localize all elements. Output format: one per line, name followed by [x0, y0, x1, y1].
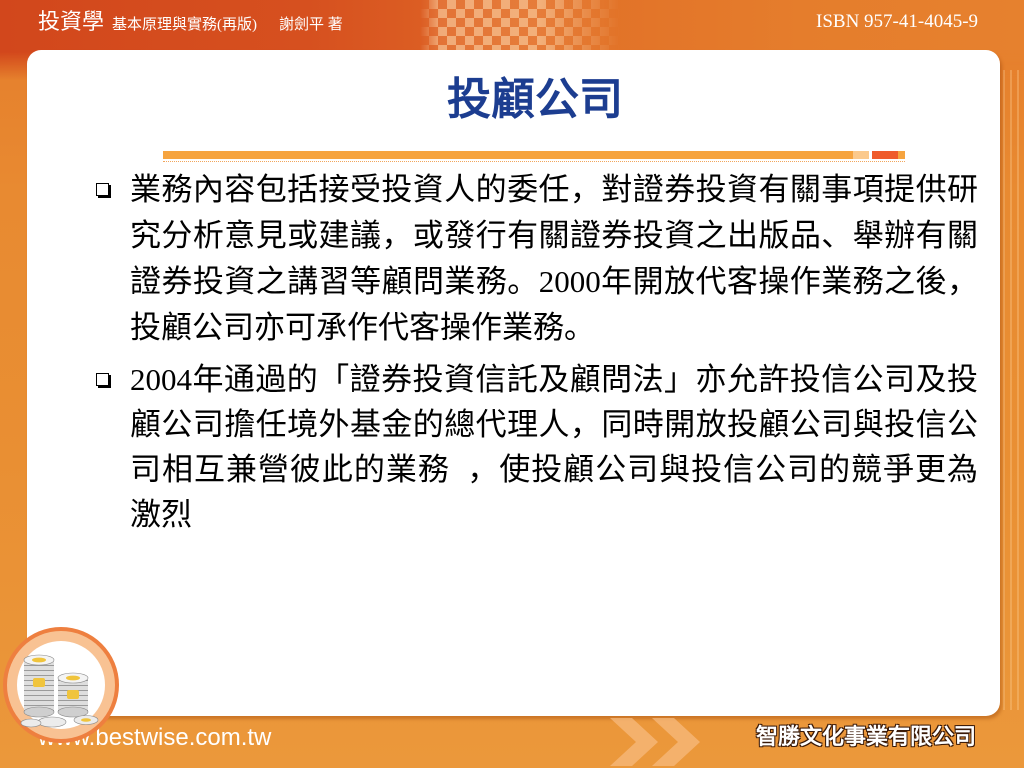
chevron-shape — [652, 718, 700, 766]
coin-stack-left — [23, 654, 55, 718]
book-title: 投資學 — [38, 9, 105, 34]
hollow-square-bullet-icon — [96, 183, 109, 196]
text-line: 激烈 — [130, 497, 192, 532]
book-info: 投資學 基本原理與實務(再版) 謝劍平 著 — [38, 7, 343, 40]
coin-stack-right — [57, 672, 89, 718]
hollow-square-bullet-icon — [96, 373, 109, 386]
chevron-shape — [610, 718, 658, 766]
bullet-text: 業務內容包括接受投資人的委任，對證券投資有關事項提供研 究分析意見或建議，或發行… — [130, 167, 978, 351]
author: 謝劍平 著 — [279, 17, 343, 33]
double-chevron-right-icon — [610, 718, 700, 766]
text-line: 投顧公司亦可承作代客操作業務。 — [130, 310, 595, 345]
text-line: 司相互兼營彼此的業務 ，使投顧公司與投信公司的競爭更為 — [130, 452, 978, 487]
coin-stack-icon — [3, 627, 119, 743]
bullet-text: 2004年通過的「證券投資信託及顧問法」亦允許投信公司及投 顧公司擔任境外基金的… — [130, 357, 978, 537]
content-panel: 投顧公司 業務內容包括接受投資人的委任，對證券投資有關事項提供研 究分析意見或建… — [27, 50, 1000, 716]
slide: 投資學 基本原理與實務(再版) 謝劍平 著 ISBN 957-41-4045-9 投… — [0, 0, 1024, 768]
text-line: 究分析意見或建議，或發行有關證券投資之出版品、舉辦有關 — [130, 218, 978, 253]
side-stripes-decoration — [1003, 70, 1021, 710]
title-divider — [163, 151, 905, 159]
slide-title: 投顧公司 — [447, 74, 623, 125]
publisher-logo-text: 智勝文化事業有限公司 — [756, 725, 977, 750]
text-line: 2004年通過的「證券投資信託及顧問法」亦允許投信公司及投 — [130, 362, 978, 397]
text-line: 顧公司擔任境外基金的總代理人，同時開放投顧公司與投信公 — [130, 407, 978, 442]
text-line: 證券投資之講習等顧問業務。2000年開放代客操作業務之後， — [130, 264, 978, 299]
title-divider-dotted-line — [163, 161, 905, 162]
isbn: ISBN 957-41-4045-9 — [816, 11, 979, 32]
checker-pattern-decoration — [420, 0, 620, 54]
book-subtitle: 基本原理與實務(再版) — [112, 17, 258, 33]
text-line: 業務內容包括接受投資人的委任，對證券投資有關事項提供研 — [130, 172, 978, 207]
